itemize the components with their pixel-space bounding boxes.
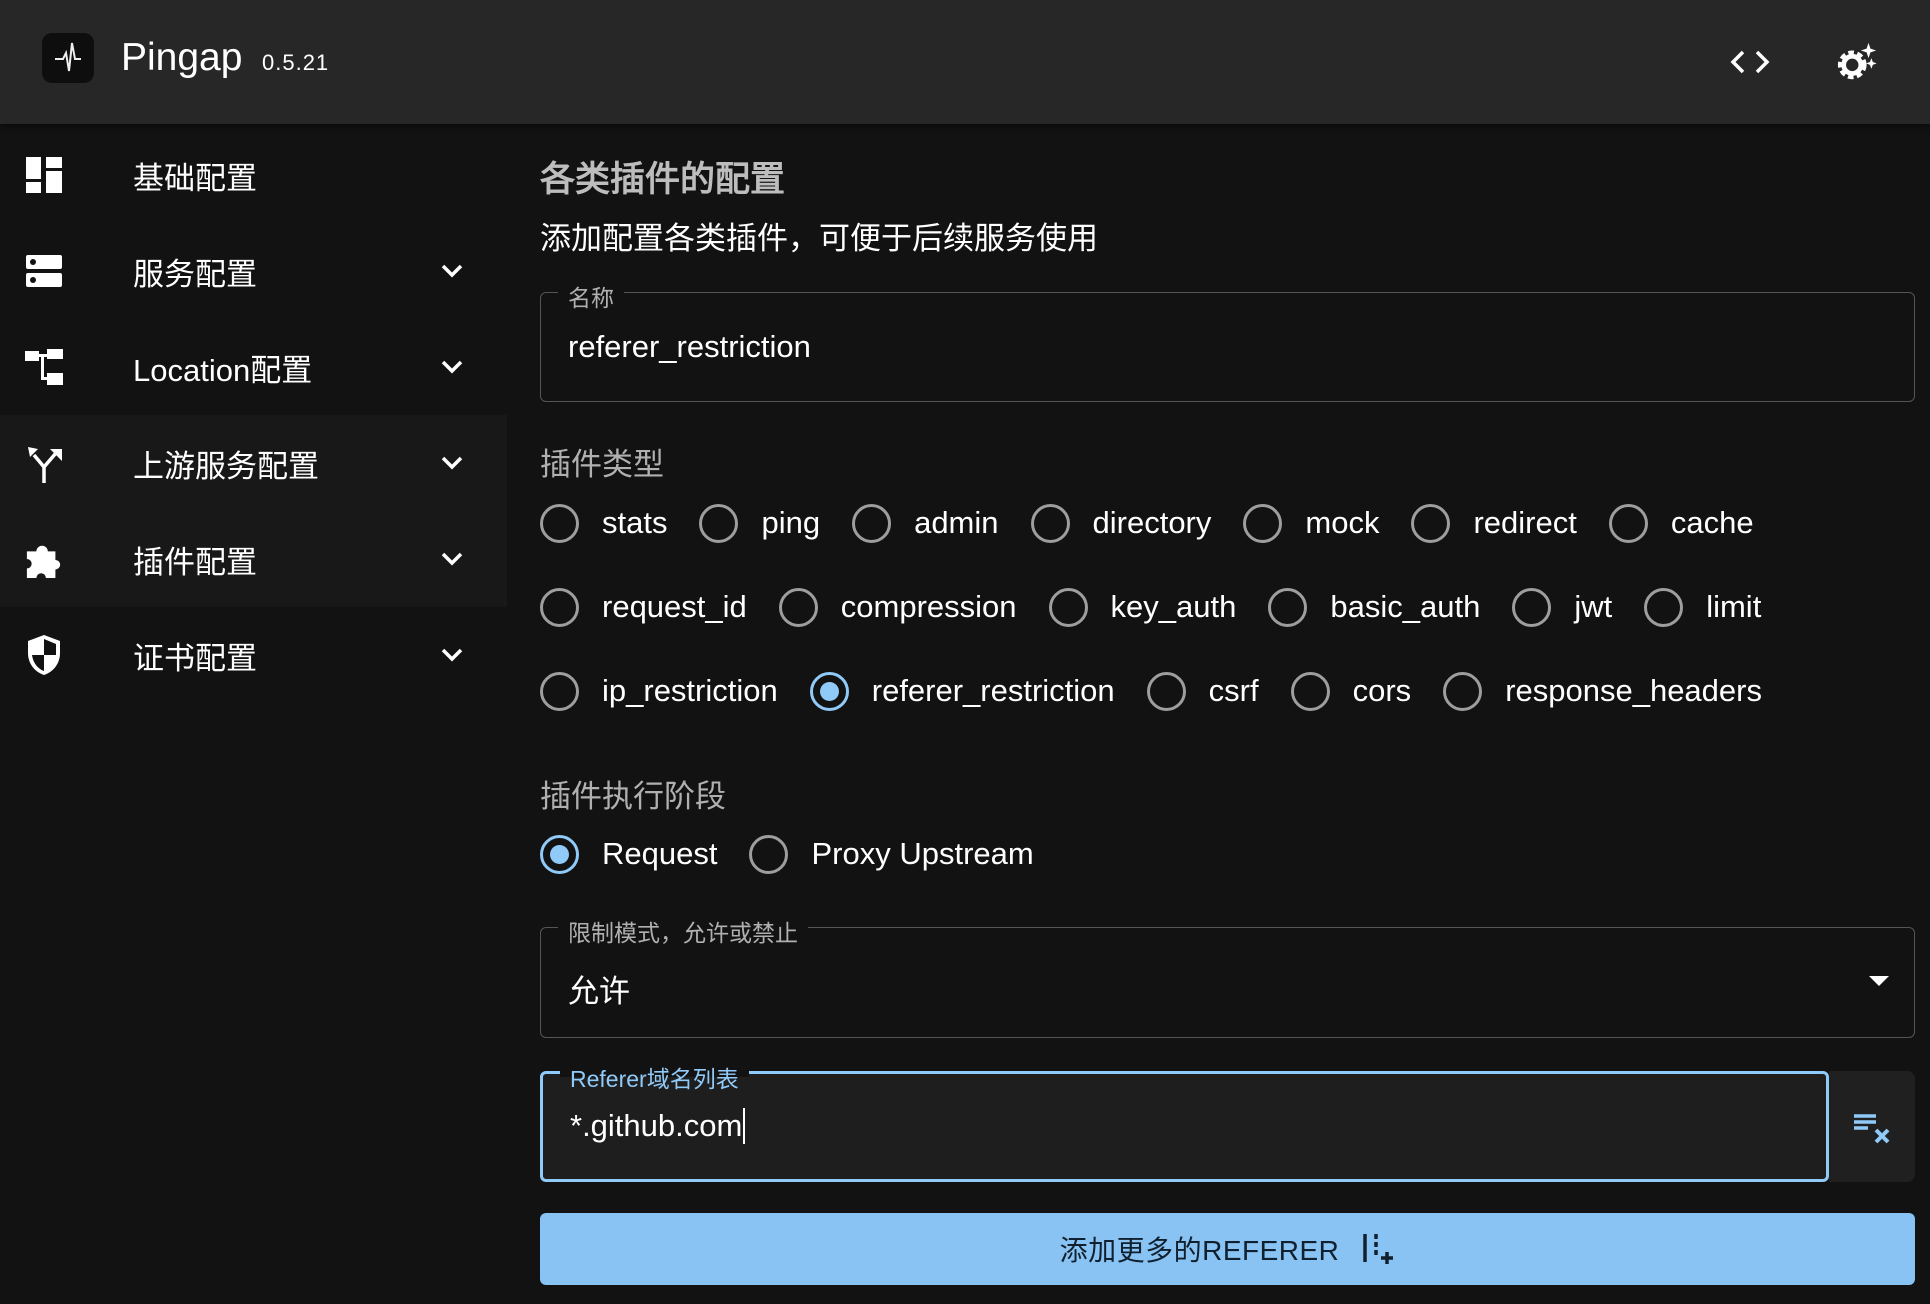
radio-checked-icon [540,834,579,874]
radio-plugin-cache[interactable]: cache [1608,503,1754,543]
radio-plugin-cors[interactable]: cors [1290,671,1411,711]
radio-plugin-ping[interactable]: ping [699,503,820,543]
referer-input-label: Referer域名列表 [560,1060,749,1094]
radio-plugin-key-auth[interactable]: key_auth [1048,587,1236,627]
radio-unchecked-icon [1608,503,1648,543]
clear-referer-button[interactable] [1829,1071,1915,1182]
referer-input[interactable]: Referer域名列表 *.github.com [540,1060,1829,1182]
radio-unchecked-icon [1411,503,1451,543]
radio-plugin-basic-auth[interactable]: basic_auth [1268,587,1480,627]
extension-icon [25,540,63,578]
radio-plugin-jwt[interactable]: jwt [1512,587,1612,627]
sidebar-item-label: 基础配置 [133,160,257,196]
add-referer-button[interactable]: 添加更多的REFERER [540,1213,1915,1285]
step-radio-group: Request Proxy Upstream [540,829,1066,879]
radio-step-proxy-upstream[interactable]: Proxy Upstream [749,834,1034,874]
sidebar-item-label: 上游服务配置 [133,448,319,484]
radio-plugin-limit[interactable]: limit [1644,587,1761,627]
account-tree-icon [25,348,63,386]
radio-plugin-referer-restriction[interactable]: referer_restriction [809,671,1115,711]
dns-icon [25,252,63,290]
chevron-down-icon[interactable] [438,641,466,669]
radio-plugin-admin[interactable]: admin [852,503,999,543]
sidebar-item-certificate[interactable]: 证书配置 [0,607,507,703]
mode-select-label: 限制模式，允许或禁止 [558,914,808,948]
step-label: 插件执行阶段 [540,779,726,814]
radio-step-request[interactable]: Request [540,834,717,874]
radio-plugin-ip-restriction[interactable]: ip_restriction [540,671,778,711]
referer-input-value[interactable]: *.github.com [570,1108,746,1144]
name-field-label: 名称 [558,279,624,313]
settings-sparkle-icon[interactable] [1836,40,1880,84]
plugin-type-row: ip_restriction referer_restriction csrf cor… [540,666,1794,716]
sidebar-item-location[interactable]: Location配置 [0,319,507,415]
radio-plugin-redirect[interactable]: redirect [1411,503,1577,543]
radio-unchecked-icon [1268,587,1308,627]
sidebar-item-label: 插件配置 [133,544,257,580]
plugin-type-row: stats ping admin directory mock redirect cache [540,498,1786,548]
radio-unchecked-icon [852,503,892,543]
radio-plugin-response-headers[interactable]: response_headers [1443,671,1762,711]
radio-plugin-compression[interactable]: compression [778,587,1017,627]
radio-checked-icon [809,671,849,711]
radio-unchecked-icon [1512,587,1552,627]
sidebar-item-label: 证书配置 [133,640,257,676]
chevron-down-icon[interactable] [438,353,466,381]
radio-unchecked-icon [1644,587,1684,627]
fork-icon [25,444,63,483]
shield-icon [25,635,63,675]
radio-plugin-request-id[interactable]: request_id [540,587,747,627]
app-version: 0.5.21 [262,50,330,75]
radio-unchecked-icon [778,587,818,627]
page-subtitle: 添加配置各类插件，可便于后续服务使用 [540,221,1098,256]
radio-unchecked-icon [1146,671,1186,711]
radio-unchecked-icon [540,671,579,711]
sidebar: 基础配置 服务配置 Location配置 上游服务配置 插件配置 证书配置 [0,124,507,1304]
radio-unchecked-icon [1030,503,1070,543]
mode-select[interactable]: 限制模式，允许或禁止 允许 [540,914,1915,1038]
name-field-value[interactable]: referer_restriction [568,329,811,365]
clear-list-icon [1854,1113,1890,1143]
code-icon[interactable] [1728,40,1772,84]
radio-plugin-stats[interactable]: stats [540,503,667,543]
chevron-down-icon[interactable] [438,449,466,477]
plugin-type-row: request_id compression key_auth basic_auth j… [540,582,1793,632]
radio-unchecked-icon [1443,671,1483,711]
chevron-down-icon[interactable] [438,257,466,285]
pulse-logo-icon[interactable] [42,33,94,83]
radio-unchecked-icon [1243,503,1283,543]
app-header: Pingap 0.5.21 [0,0,1930,124]
radio-unchecked-icon [1048,587,1088,627]
sidebar-item-label: 服务配置 [133,256,257,292]
radio-plugin-csrf[interactable]: csrf [1146,671,1259,711]
add-column-icon [1363,1234,1394,1264]
sidebar-item-label: Location配置 [133,352,313,388]
name-field[interactable]: 名称 referer_restriction [540,279,1915,402]
dashboard-icon [25,156,63,194]
sidebar-item-basic[interactable]: 基础配置 [0,127,507,223]
radio-unchecked-icon [540,587,579,627]
caret-down-icon[interactable] [1869,976,1889,988]
sidebar-item-upstream[interactable]: 上游服务配置 [0,415,507,511]
radio-plugin-directory[interactable]: directory [1030,503,1211,543]
plugin-type-label: 插件类型 [540,447,664,482]
radio-unchecked-icon [699,503,739,543]
radio-plugin-mock[interactable]: mock [1243,503,1379,543]
radio-unchecked-icon [1290,671,1330,711]
chevron-down-icon[interactable] [438,545,466,573]
mode-select-value: 允许 [568,974,630,1009]
sidebar-item-plugin[interactable]: 插件配置 [0,511,507,607]
radio-unchecked-icon [540,503,579,543]
page-title: 各类插件的配置 [540,160,786,199]
radio-unchecked-icon [749,834,789,874]
app-title: Pingap [121,36,243,79]
sidebar-item-server[interactable]: 服务配置 [0,223,507,319]
